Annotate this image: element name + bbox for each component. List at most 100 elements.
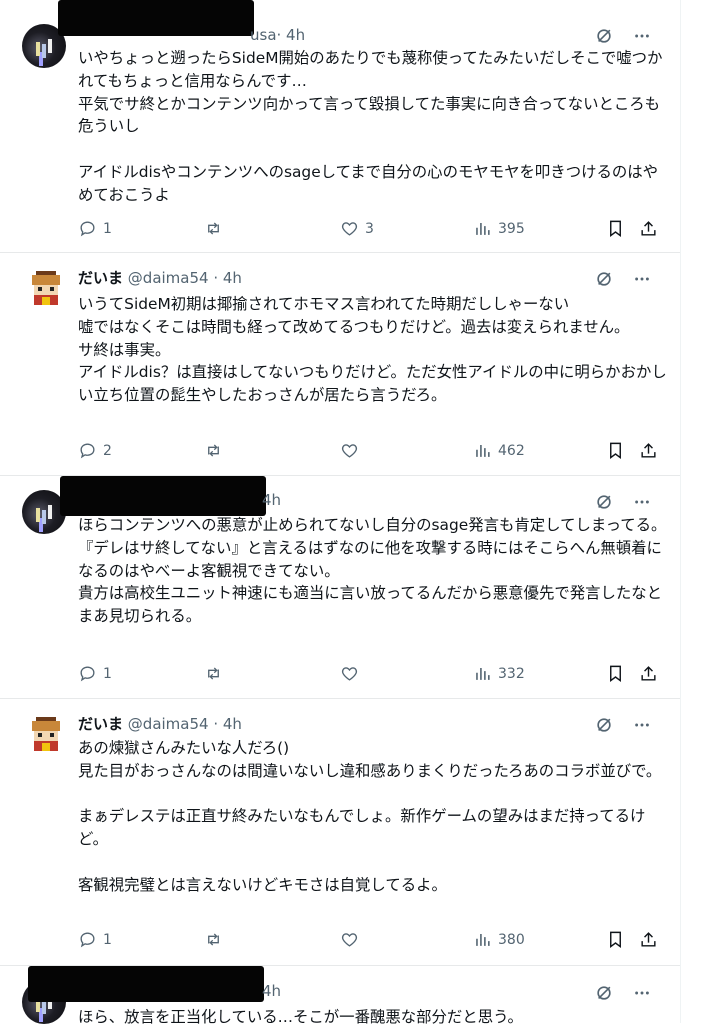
more-icon[interactable] — [632, 715, 652, 735]
reply-count: 1 — [103, 665, 112, 682]
reply-button[interactable]: 2 — [78, 441, 112, 460]
reply-count: 1 — [103, 220, 112, 237]
tweet-header: だいま @daima54 · 4h — [78, 267, 242, 289]
grok-icon[interactable] — [594, 715, 614, 735]
bookmark-button[interactable] — [606, 664, 625, 683]
reply-button[interactable]: 1 — [78, 930, 112, 949]
like-icon — [341, 444, 358, 458]
tweet-header: だいま @daima54 · 4h — [78, 713, 242, 735]
handle[interactable]: usa — [250, 26, 277, 44]
divider — [0, 252, 680, 253]
divider — [0, 698, 680, 699]
tweet-actions: 1 380 — [78, 930, 668, 954]
handle[interactable]: @daima54 · 4h — [128, 269, 242, 287]
reply-icon — [80, 221, 95, 237]
tweet-header: 4h — [262, 982, 281, 1004]
like-button[interactable] — [340, 664, 365, 683]
bookmark-icon — [610, 931, 621, 949]
reply-icon — [80, 666, 95, 682]
tweet-top-icons — [594, 26, 652, 46]
tweet-top-icons — [594, 715, 652, 735]
timeline-border — [680, 0, 681, 1023]
views-button[interactable]: 380 — [473, 930, 525, 949]
redacted-name — [58, 0, 254, 36]
timestamp[interactable]: · 4h — [277, 26, 306, 44]
grok-icon[interactable] — [594, 492, 614, 512]
timestamp[interactable]: 4h — [262, 982, 281, 1000]
reply-icon — [80, 443, 95, 459]
reply-button[interactable]: 1 — [78, 664, 112, 683]
more-icon[interactable] — [632, 26, 652, 46]
share-button[interactable] — [639, 441, 658, 460]
views-button[interactable]: 395 — [473, 219, 525, 238]
tweet-header: usa· 4h — [250, 26, 305, 48]
repost-icon — [208, 222, 219, 235]
views-count: 462 — [498, 442, 525, 459]
like-icon — [341, 667, 358, 681]
share-icon — [641, 443, 656, 458]
views-button[interactable]: 462 — [473, 441, 525, 460]
display-name[interactable]: だいま — [78, 715, 123, 733]
more-icon[interactable] — [632, 983, 652, 1003]
tweet-actions: 2 462 — [78, 441, 668, 465]
tweet-text: あの煉獄さんみたいな人だろ() 見た目がおっさんなのは間違いないし違和感ありまく… — [78, 739, 662, 894]
tweet-text: ほら、放言を正当化している…そこが一番醜悪な部分だと思う。 — [78, 1008, 523, 1026]
bookmark-button[interactable] — [606, 441, 625, 460]
tweet-header: 4h — [262, 491, 281, 513]
bookmark-button[interactable] — [606, 930, 625, 949]
repost-button[interactable] — [204, 930, 229, 949]
tweet-text: いやちょっと遡ったらSideM開始のあたりでも蔑称使ってたみたいだしそこで嘘つか… — [78, 49, 663, 204]
repost-button[interactable] — [204, 664, 229, 683]
repost-icon — [208, 444, 219, 457]
more-icon[interactable] — [632, 269, 652, 289]
like-icon — [341, 933, 358, 947]
bookmark-icon — [610, 665, 621, 683]
reply-button[interactable]: 1 — [78, 219, 112, 238]
views-icon — [476, 667, 490, 680]
bookmark-icon — [610, 442, 621, 460]
handle[interactable]: @daima54 · 4h — [128, 715, 242, 733]
display-name[interactable]: だいま — [78, 269, 123, 287]
tweet-text: いうてSideM初期は揶揄されてホモマス言われてた時期だししゃーない 嘘ではなく… — [78, 295, 667, 405]
like-button[interactable] — [340, 441, 365, 460]
views-button[interactable]: 332 — [473, 664, 525, 683]
grok-icon[interactable] — [594, 269, 614, 289]
repost-icon — [208, 667, 219, 680]
more-icon[interactable] — [632, 492, 652, 512]
tweet-text: ほらコンテンツへの悪意が止められてないし自分のsage発言も肯定してしまってる。… — [78, 516, 667, 626]
like-button[interactable]: 3 — [340, 219, 374, 238]
avatar[interactable] — [26, 269, 66, 309]
grok-icon[interactable] — [594, 983, 614, 1003]
share-button[interactable] — [639, 930, 658, 949]
tweet-actions: 1 3 395 — [78, 219, 668, 243]
repost-button[interactable] — [204, 219, 229, 238]
timestamp[interactable]: 4h — [262, 491, 281, 509]
share-button[interactable] — [639, 664, 658, 683]
views-icon — [476, 222, 490, 235]
like-icon — [341, 222, 358, 236]
views-icon — [476, 444, 490, 457]
redacted-name — [60, 476, 266, 516]
like-count: 3 — [365, 220, 374, 237]
tweet-top-icons — [594, 492, 652, 512]
views-count: 395 — [498, 220, 525, 237]
tweet-top-icons — [594, 269, 652, 289]
tweet-actions: 1 332 — [78, 664, 668, 688]
grok-icon[interactable] — [594, 26, 614, 46]
repost-icon — [208, 933, 219, 946]
reply-count: 2 — [103, 442, 112, 459]
tweet-top-icons — [594, 983, 652, 1003]
redacted-name — [28, 966, 264, 1002]
views-count: 380 — [498, 931, 525, 948]
reply-icon — [80, 932, 95, 948]
avatar[interactable] — [26, 715, 66, 755]
bookmark-icon — [610, 220, 621, 238]
views-count: 332 — [498, 665, 525, 682]
reply-count: 1 — [103, 931, 112, 948]
share-icon — [641, 932, 656, 947]
like-button[interactable] — [340, 930, 365, 949]
bookmark-button[interactable] — [606, 219, 625, 238]
share-button[interactable] — [639, 219, 658, 238]
views-icon — [476, 933, 490, 946]
repost-button[interactable] — [204, 441, 229, 460]
